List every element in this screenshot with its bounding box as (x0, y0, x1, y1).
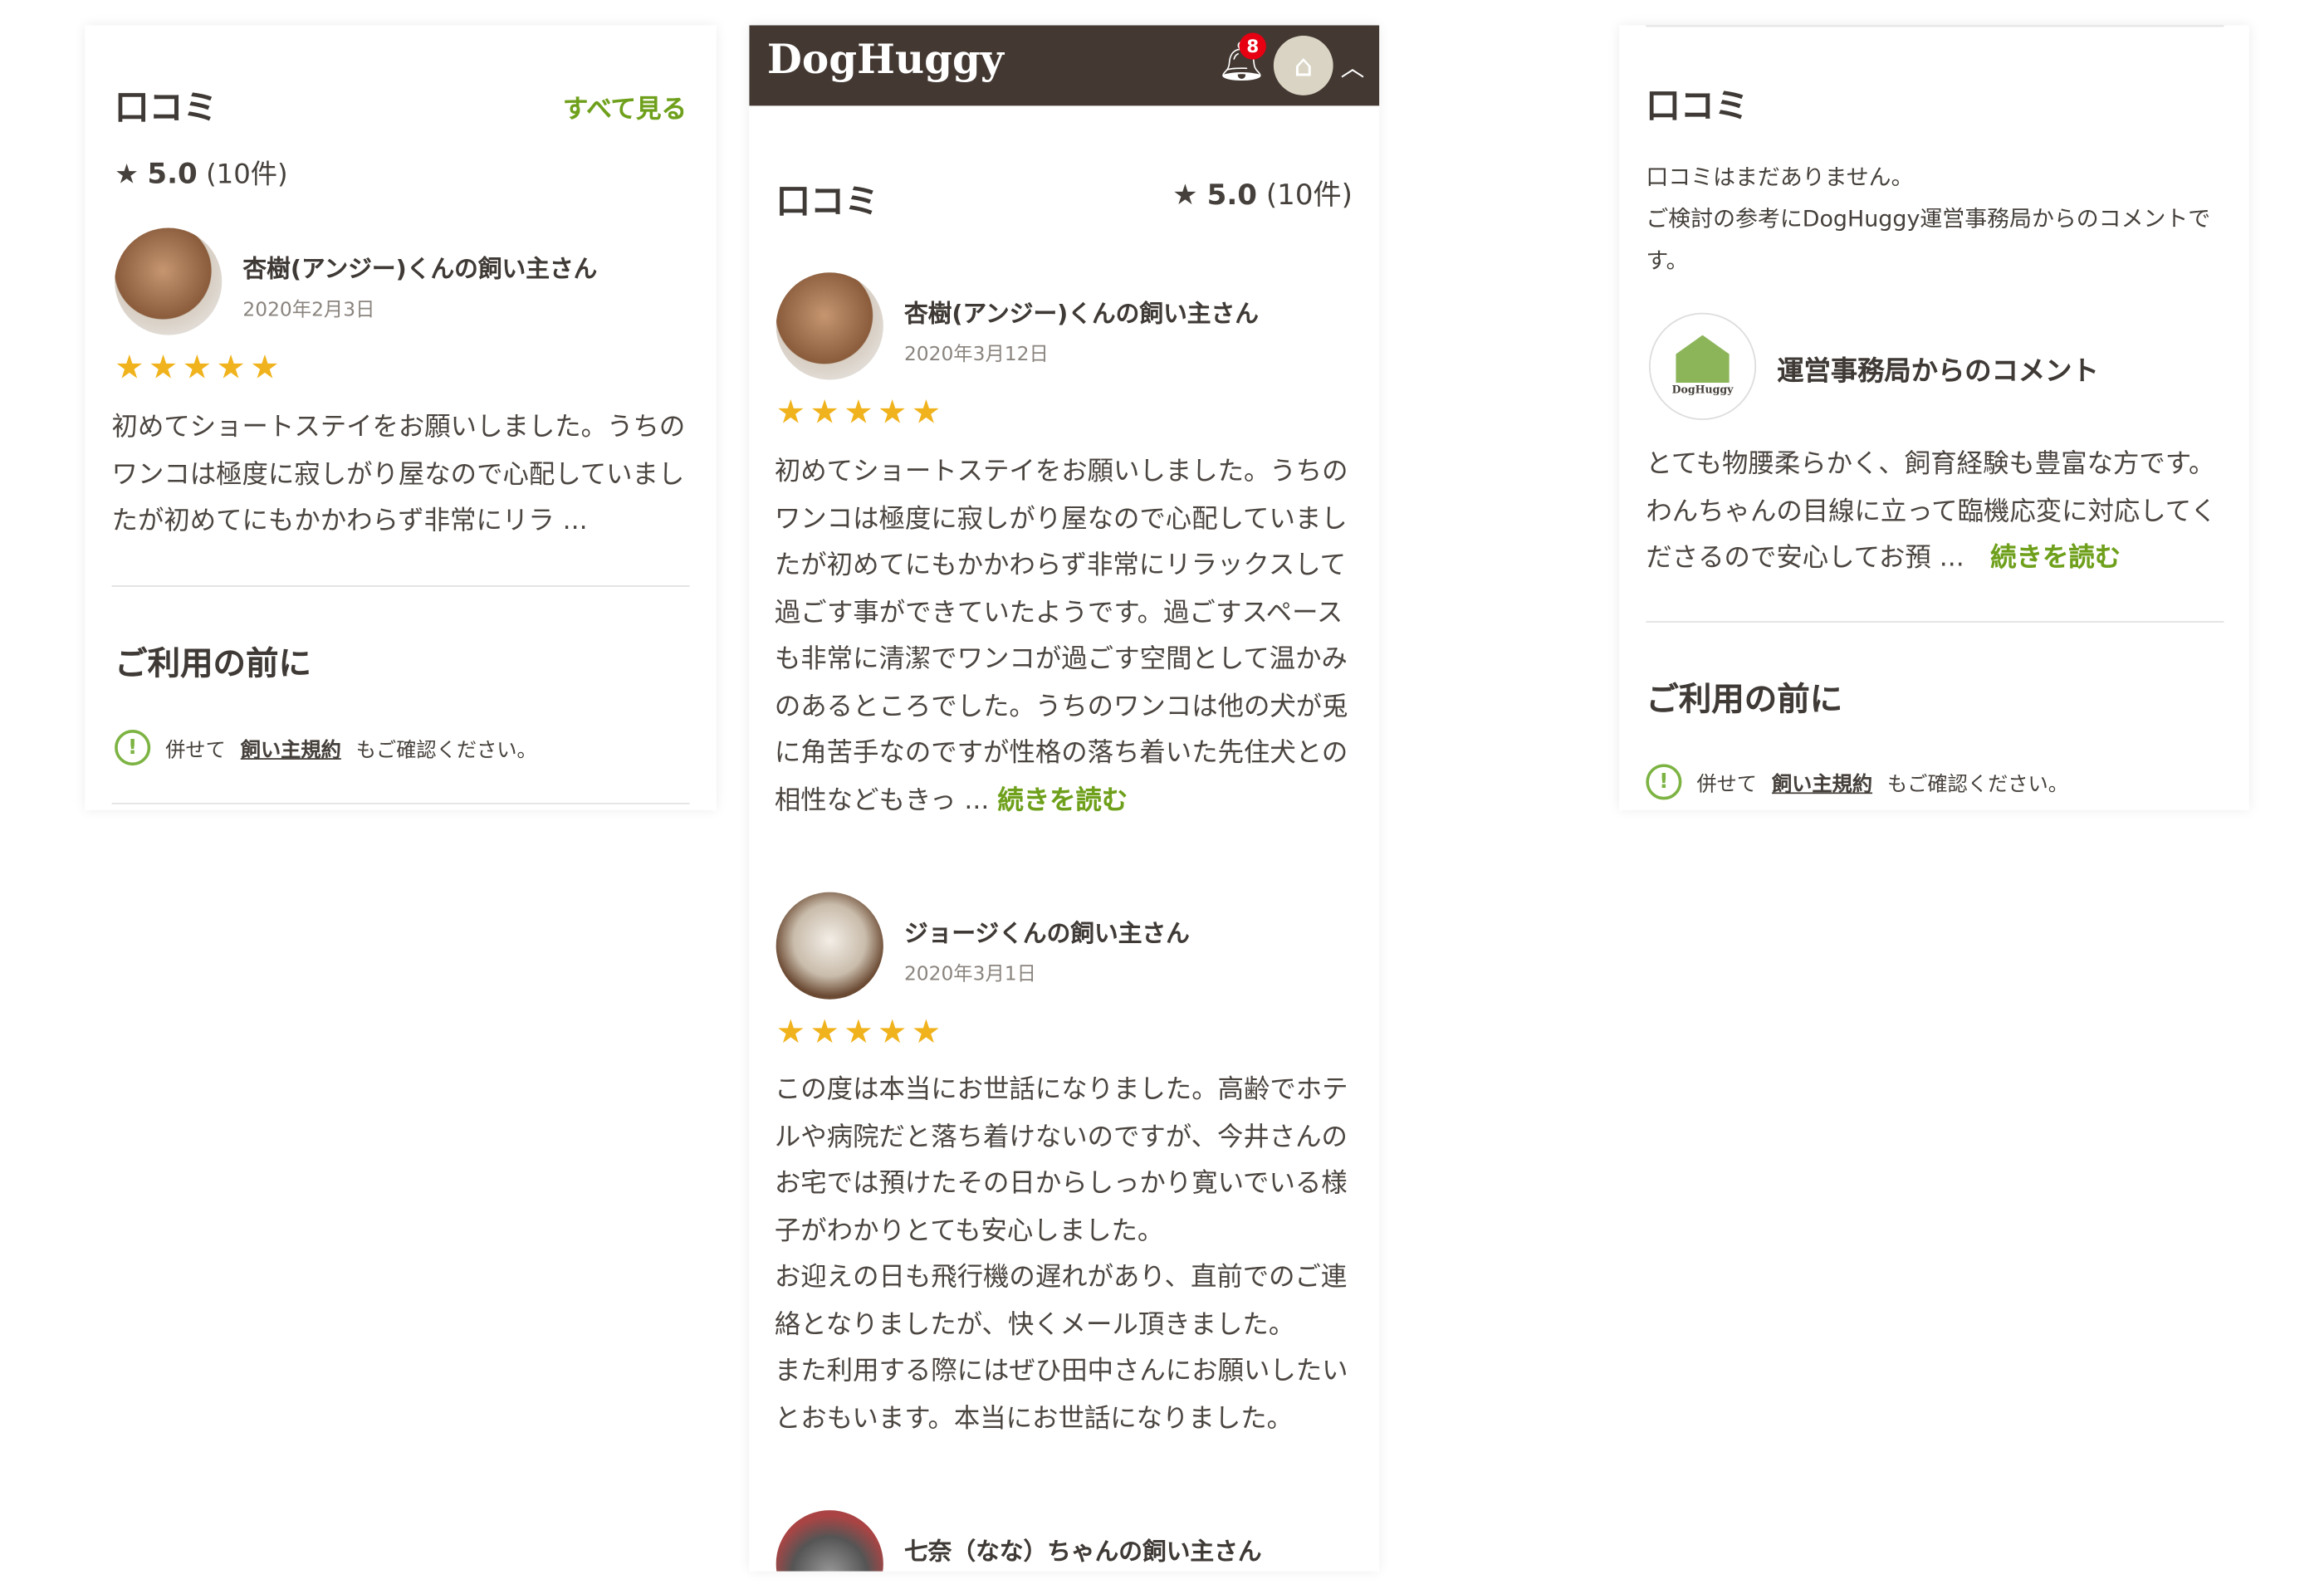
reviewer-avatar (775, 272, 883, 380)
divider (111, 585, 690, 587)
reviewer-name: 杏樹(アンジー)くんの飼い主さん (242, 254, 598, 283)
app-header: DogHuggy 🔔︎ 8 ⌂ ︿ (749, 25, 1380, 106)
office-comment-title: 運営事務局からのコメント (1777, 355, 2099, 388)
chevron-up-icon[interactable]: ︿ (1341, 47, 1365, 83)
star-rating: ★★★★★ (115, 350, 284, 388)
reviewer-avatar (775, 1510, 883, 1572)
before-use-title: ご利用の前に (1646, 682, 1843, 720)
reviews-title: 口コミ (1646, 87, 1749, 127)
review-text: この度は本当にお世話になりました。高齢でホテルや病院だと落ち着けないのですが、今… (774, 1075, 1348, 1434)
divider (1646, 25, 2224, 27)
star-rating: ★★★★★ (775, 394, 946, 433)
terms-notice: ! 併せて 飼い主規約 もご確認ください。 (1646, 764, 2068, 800)
reviewer-avatar (775, 892, 883, 1000)
reviewer-name: 七奈（なな）ちゃんの飼い主さん (903, 1537, 1262, 1566)
star-rating: ★★★★★ (775, 1014, 946, 1052)
star-icon: ★ (1172, 178, 1198, 212)
review-text: 初めてショートステイをお願いしました。うちのワンコは極度に寂しがり屋なので心配し… (111, 412, 686, 536)
reviewer-avatar (115, 227, 223, 335)
mobile-review-card: DogHuggy 🔔︎ 8 ⌂ ︿ 口コミ ★ 5.0 (10件) 杏樹(アンジ… (749, 25, 1380, 1572)
user-avatar-icon[interactable]: ⌂ (1273, 36, 1333, 95)
divider (1646, 621, 2224, 623)
office-comment-text: とても物腰柔らかく、飼育経験も豊富な方です。わんちゃんの目線に立って臨機応変に対… (1646, 449, 2217, 574)
owner-terms-link[interactable]: 飼い主規約 (241, 733, 341, 763)
before-use-title: ご利用の前に (115, 646, 311, 684)
review-date: 2020年3月1日 (903, 963, 1036, 986)
terms-notice: ! 併せて 飼い主規約 もご確認ください。 (115, 730, 537, 766)
exclamation-icon: ! (115, 730, 151, 766)
rating-summary: ★ 5.0 (10件) (1172, 178, 1353, 212)
empty-review-card: 口コミ 口コミはまだありません。 ご検討の参考にDogHuggy運営事務局からのコ… (1619, 25, 2249, 810)
exclamation-icon: ! (1646, 764, 1682, 800)
divider (111, 802, 690, 804)
reviews-title: 口コミ (775, 183, 879, 222)
review-date: 2020年3月12日 (903, 344, 1049, 367)
review-text: 初めてショートステイをお願いしました。うちのワンコは極度に寂しがり屋なので心配し… (774, 457, 1348, 816)
read-more-link[interactable]: 続きを読む (997, 785, 1128, 815)
notification-badge: 8 (1239, 32, 1266, 60)
left-review-card: 口コミ すべて見る ★ 5.0 (10件) 杏樹(アンジー)くんの飼い主さん 2… (85, 25, 717, 810)
reviewer-name: ジョージくんの飼い主さん (903, 918, 1190, 947)
owner-terms-link[interactable]: 飼い主規約 (1772, 767, 1872, 797)
doghuggy-logo[interactable]: DogHuggy (767, 37, 1004, 84)
reviewer-name: 杏樹(アンジー)くんの飼い主さん (903, 299, 1259, 328)
doghuggy-office-avatar: DogHuggy (1648, 312, 1757, 420)
see-all-link[interactable]: すべて見る (563, 88, 687, 125)
no-reviews-message: 口コミはまだありません。 ご検討の参考にDogHuggy運営事務局からのコメントで… (1646, 164, 2211, 275)
review-date: 2020年2月3日 (242, 299, 375, 322)
paw-house-icon (1676, 335, 1730, 384)
reviews-title: 口コミ (115, 89, 218, 129)
read-more-link[interactable]: 続きを読む (1990, 544, 2121, 574)
rating-summary: ★ 5.0 (10件) (115, 158, 288, 191)
star-icon: ★ (115, 159, 139, 191)
